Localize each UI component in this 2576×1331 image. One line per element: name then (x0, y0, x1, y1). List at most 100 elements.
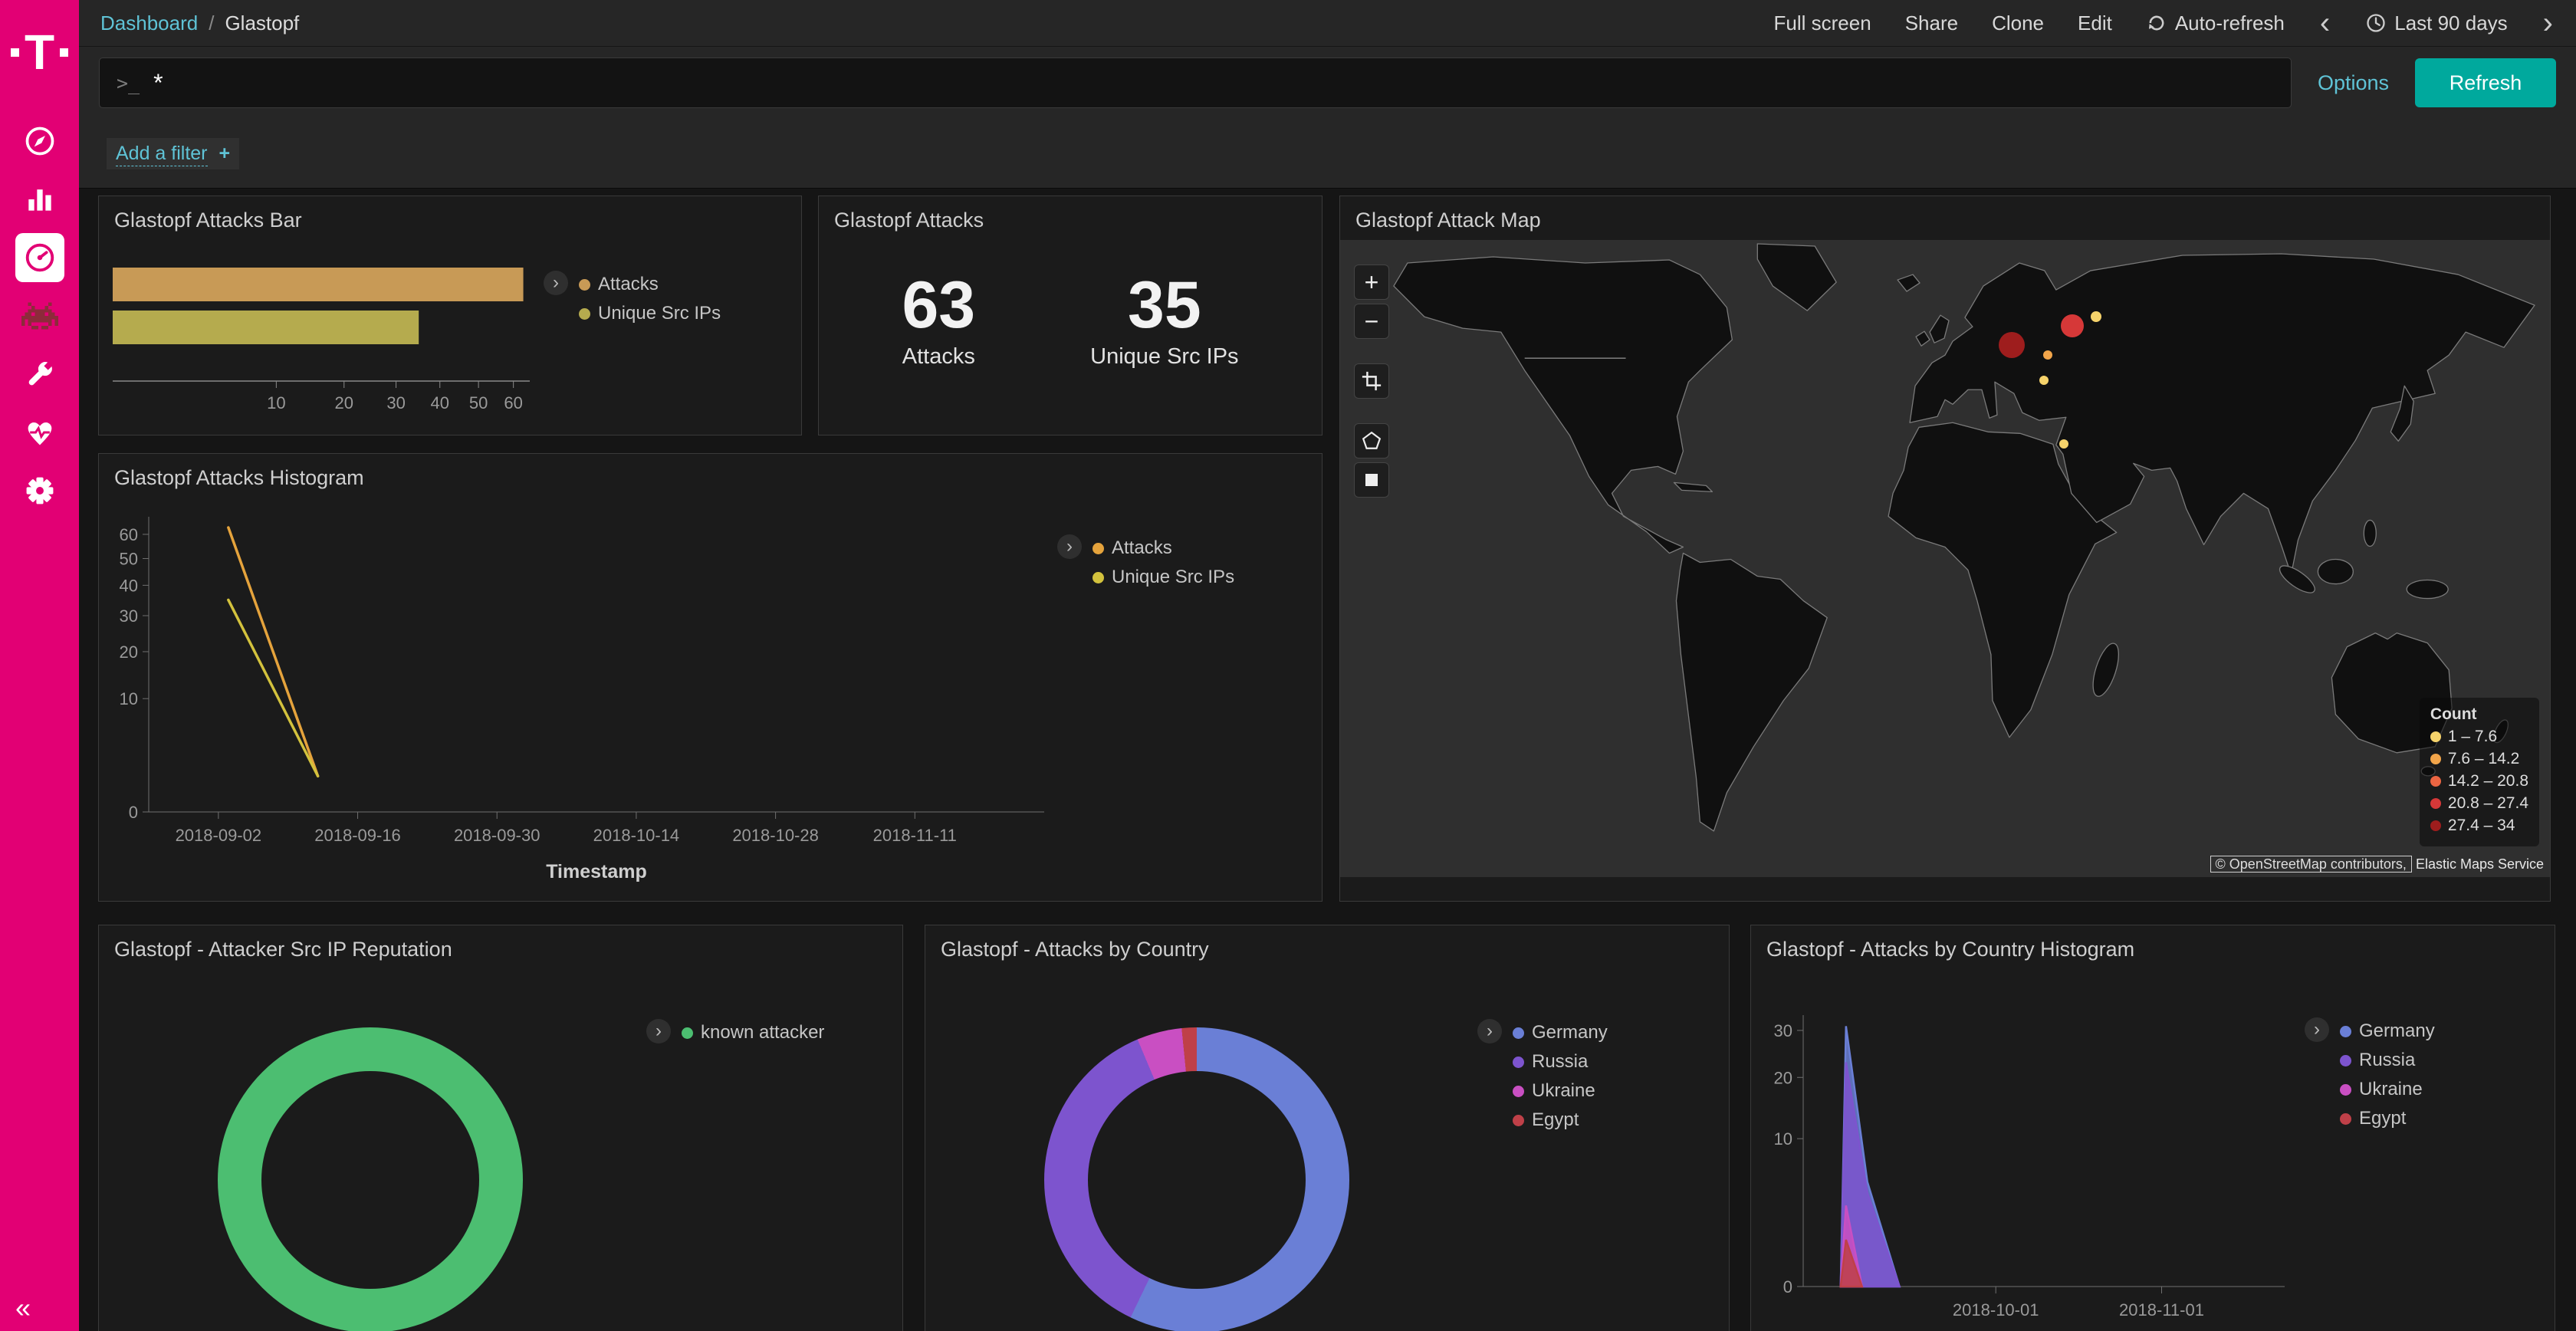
legend-list: known attacker (682, 1019, 824, 1051)
legend-item[interactable]: Attacks (1092, 537, 1234, 559)
legend-item[interactable]: Ukraine (1513, 1080, 1608, 1102)
legend-item[interactable]: Attacks (579, 274, 721, 295)
legend-item[interactable]: Ukraine (2340, 1079, 2435, 1100)
full-screen-button[interactable]: Full screen (1774, 12, 1871, 35)
compass-icon (15, 117, 64, 166)
svg-text:2018-10-01: 2018-10-01 (1953, 1300, 2039, 1319)
panel-attacks-by-country-histogram: Glastopf - Attacks by Country Histogram … (1750, 925, 2555, 1331)
query-value: * (153, 69, 163, 97)
time-range-button[interactable]: Last 90 days (2365, 12, 2507, 35)
polygon-tool-button[interactable] (1354, 423, 1389, 458)
sidebar: T « (0, 0, 79, 1331)
legend-range-label: 1 – 7.6 (2448, 728, 2497, 746)
sidebar-item-monitoring[interactable] (0, 403, 79, 462)
svg-text:40: 40 (431, 393, 449, 412)
legend-color-dot (2430, 731, 2441, 742)
query-input[interactable]: >_ * (99, 58, 2292, 108)
sidebar-item-dashboard[interactable] (0, 228, 79, 287)
map-data-point (2043, 350, 2052, 360)
osm-attribution-link[interactable]: © OpenStreetMap contributors, (2210, 856, 2412, 873)
breadcrumb-dashboard-link[interactable]: Dashboard (100, 12, 198, 35)
wrench-icon (15, 350, 64, 399)
zoom-out-button[interactable]: − (1354, 304, 1389, 339)
legend-range-label: 20.8 – 27.4 (2448, 794, 2528, 813)
main-area: Dashboard / Glastopf Full screen Share C… (79, 0, 2576, 1331)
legend-toggle-button[interactable]: › (544, 271, 568, 295)
legend-item[interactable]: Egypt (1513, 1109, 1608, 1131)
legend-item[interactable]: Germany (1513, 1022, 1608, 1043)
options-link[interactable]: Options (2318, 71, 2389, 95)
panel-title: Glastopf Attack Map (1340, 196, 2550, 240)
zoom-in-button[interactable]: + (1354, 265, 1389, 300)
legend-item[interactable]: Russia (1513, 1051, 1608, 1073)
legend-color-dot (2430, 754, 2441, 764)
legend-color-dot (2430, 798, 2441, 809)
dashboard-grid: Glastopf Attacks Bar 102030405060 ›Attac… (79, 189, 2576, 1331)
time-forward-button[interactable]: › (2542, 8, 2555, 38)
collapse-sidebar-button[interactable]: « (11, 1291, 35, 1325)
sidebar-item-tpot[interactable] (0, 287, 79, 345)
svg-text:30: 30 (120, 606, 138, 626)
kibana-app: T « Dashboard / Glastopf Full screen Sha… (0, 0, 2576, 1331)
svg-text:10: 10 (120, 689, 138, 708)
time-back-button[interactable]: ‹ (2318, 8, 2331, 38)
sidebar-item-discover[interactable] (0, 112, 79, 170)
legend-toggle-button[interactable]: › (646, 1019, 671, 1043)
legend-color-dot (579, 279, 590, 291)
logo-square-right (60, 48, 68, 57)
metric-label: Attacks (902, 344, 975, 370)
telekom-logo: T (11, 14, 68, 90)
ems-attribution: Elastic Maps Service (2416, 856, 2544, 872)
legend-item[interactable]: Egypt (2340, 1108, 2435, 1129)
rectangle-tool-button[interactable] (1354, 462, 1389, 498)
map-data-point (2039, 376, 2049, 385)
refresh-button[interactable]: Refresh (2415, 58, 2556, 107)
sidebar-item-dev-tools[interactable] (0, 345, 79, 403)
logo-square-left (11, 48, 19, 57)
edit-button[interactable]: Edit (2078, 12, 2112, 35)
svg-text:20: 20 (120, 642, 138, 662)
metric-value: 63 (902, 272, 975, 338)
legend-color-dot (2340, 1055, 2351, 1066)
breadcrumb-current: Glastopf (225, 12, 299, 35)
world-map-svg (1340, 240, 2550, 877)
map-attribution: © OpenStreetMap contributors, Elastic Ma… (2210, 856, 2544, 873)
clone-button[interactable]: Clone (1992, 12, 2044, 35)
svg-text:40: 40 (120, 576, 138, 595)
add-filter-button[interactable]: Add a filter + (107, 138, 239, 169)
world-map[interactable]: + − (1340, 240, 2550, 877)
legend-color-dot (579, 308, 590, 320)
gauge-icon (15, 233, 64, 282)
legend-color-dot (2430, 776, 2441, 787)
svg-text:60: 60 (120, 525, 138, 544)
auto-refresh-button[interactable]: Auto-refresh (2146, 12, 2285, 35)
svg-text:2018-09-02: 2018-09-02 (176, 826, 262, 845)
map-legend-item: 20.8 – 27.4 (2430, 794, 2528, 813)
legend-item[interactable]: known attacker (682, 1022, 824, 1043)
legend-label: Ukraine (1532, 1080, 1595, 1102)
sidebar-item-visualize[interactable] (0, 170, 79, 228)
legend-toggle-button[interactable]: › (1477, 1019, 1502, 1043)
legend-color-dot (2430, 820, 2441, 831)
map-data-point (2059, 439, 2068, 449)
svg-text:60: 60 (504, 393, 522, 412)
legend-toggle-button[interactable]: › (1057, 534, 1082, 559)
attacks-bar-chart: 102030405060 (107, 240, 544, 428)
legend-label: Attacks (1112, 537, 1172, 559)
svg-text:2018-11-01: 2018-11-01 (2119, 1300, 2204, 1319)
svg-text:10: 10 (1774, 1129, 1792, 1149)
legend-item[interactable]: Unique Src IPs (579, 303, 721, 324)
legend-label: Ukraine (2359, 1079, 2423, 1100)
legend-label: Germany (2359, 1020, 2435, 1042)
sidebar-item-management[interactable] (0, 462, 79, 520)
legend-label: Unique Src IPs (1112, 567, 1234, 588)
legend-item[interactable]: Germany (2340, 1020, 2435, 1042)
legend-item[interactable]: Unique Src IPs (1092, 567, 1234, 588)
sidebar-nav (0, 112, 79, 520)
legend-label: Russia (1532, 1051, 1588, 1073)
bar-chart-icon (15, 175, 64, 224)
legend-toggle-button[interactable]: › (2305, 1017, 2329, 1042)
share-button[interactable]: Share (1905, 12, 1958, 35)
legend-item[interactable]: Russia (2340, 1050, 2435, 1071)
crop-tool-button[interactable] (1354, 363, 1389, 399)
